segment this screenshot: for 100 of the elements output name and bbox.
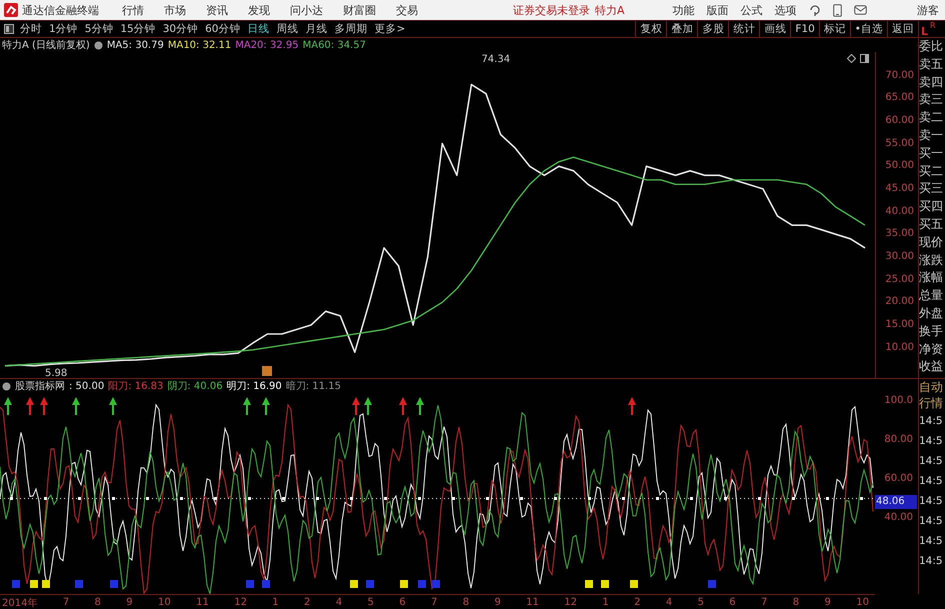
axis-label: 60.00 bbox=[884, 472, 913, 486]
menu-item[interactable]: 发现 bbox=[248, 2, 270, 18]
axis-label: 15.00 bbox=[885, 318, 914, 332]
menu-item[interactable]: 选项 bbox=[774, 2, 797, 18]
low-price-label: 5.98 bbox=[45, 368, 68, 379]
quote-label: 卖四 bbox=[919, 74, 944, 91]
indicator-value: : 50.00 bbox=[69, 380, 104, 392]
quote-label: 委比 bbox=[919, 38, 944, 55]
date-label: 9 bbox=[824, 597, 831, 608]
panel-toggle-icon[interactable] bbox=[4, 24, 14, 34]
quote-label: 卖二 bbox=[919, 109, 944, 126]
date-label: 6 bbox=[729, 597, 736, 608]
menu-item[interactable]: 市场 bbox=[164, 2, 186, 18]
menu-item[interactable]: 版面 bbox=[706, 2, 729, 18]
high-price-label: 74.34 bbox=[481, 54, 510, 65]
menu-item[interactable]: 问小达 bbox=[290, 2, 323, 18]
date-label: 10 bbox=[158, 597, 171, 608]
quote-label: 现价 bbox=[919, 234, 944, 251]
app-title: 通达信金融终端 bbox=[22, 2, 100, 18]
date-label: 8 bbox=[792, 597, 800, 608]
login-status[interactable]: 证券交易未登录 bbox=[513, 2, 590, 18]
date-label: 2014年 bbox=[2, 596, 38, 609]
menu-item[interactable]: 功能 bbox=[672, 2, 695, 18]
date-label: 6 bbox=[399, 597, 406, 608]
axis-label: 10.00 bbox=[885, 340, 914, 355]
quote-label: 涨幅 bbox=[919, 269, 944, 286]
menu-item[interactable]: 财富圈 bbox=[343, 2, 376, 18]
axis-label: 55.00 bbox=[885, 136, 914, 151]
date-label: 7 bbox=[430, 597, 438, 608]
quote-label: 换手 bbox=[919, 322, 944, 340]
circle-arrow-icon[interactable] bbox=[808, 4, 821, 16]
period-tab[interactable]: 15分钟 bbox=[120, 22, 156, 36]
indicator-value: MA5: 30.79 bbox=[106, 40, 164, 50]
date-label: 9 bbox=[494, 597, 501, 608]
diamond-icon[interactable] bbox=[847, 54, 856, 63]
axis-label: 30.00 bbox=[885, 250, 914, 264]
side-label: L bbox=[921, 24, 928, 38]
axis-label: 40.00 bbox=[885, 204, 914, 219]
panel-tab[interactable]: 行情 bbox=[919, 395, 945, 411]
quote-label: 买五 bbox=[919, 216, 944, 233]
quote-label: 买一 bbox=[919, 144, 944, 162]
period-tab[interactable]: 60分钟 bbox=[205, 22, 240, 36]
panel-tab[interactable]: 自动 bbox=[919, 379, 945, 395]
quote-label: 买二 bbox=[919, 162, 944, 180]
menu-item[interactable]: 交易 bbox=[396, 2, 418, 18]
menu-item[interactable]: 行情 bbox=[122, 2, 144, 18]
indicator-value: 阳刀: 16.83 bbox=[108, 380, 164, 393]
period-tab[interactable]: 5分钟 bbox=[84, 22, 114, 36]
side-label: R bbox=[930, 20, 936, 30]
menu-item[interactable]: 公式 bbox=[740, 2, 763, 18]
quote-label: 买四 bbox=[919, 198, 944, 216]
date-label: 9 bbox=[126, 597, 133, 608]
date-label: 8 bbox=[94, 597, 101, 608]
indicator-name: 股票指标网 bbox=[15, 380, 65, 393]
period-tab[interactable]: 分时 bbox=[20, 22, 42, 36]
axis-label: 25.00 bbox=[885, 272, 914, 287]
date-label: 11 bbox=[526, 597, 539, 608]
date-label: 2 bbox=[634, 597, 640, 608]
panel-icon[interactable] bbox=[860, 54, 869, 63]
axis-label: 20.00 bbox=[885, 295, 914, 310]
axis-label: 60.00 bbox=[885, 114, 914, 128]
date-label: 7 bbox=[62, 597, 70, 608]
period-tab[interactable]: 更多> bbox=[374, 22, 406, 36]
envelope-icon[interactable] bbox=[854, 5, 867, 15]
quote-label: 收益 bbox=[919, 358, 944, 376]
axis-label: 80.00 bbox=[884, 433, 913, 447]
quote-label: 净资 bbox=[919, 340, 944, 358]
marker-icon bbox=[262, 366, 272, 376]
date-label: 4 bbox=[666, 597, 672, 608]
quote-label: 总量 bbox=[919, 287, 944, 304]
period-tab[interactable]: 月线 bbox=[306, 22, 328, 36]
quote-label: 卖五 bbox=[919, 56, 944, 73]
circle-icon bbox=[94, 40, 103, 50]
indicator-value: MA10: 32.11 bbox=[168, 40, 232, 50]
date-label: 7 bbox=[761, 597, 768, 608]
trade-time: 14:5 bbox=[919, 414, 944, 429]
axis-label: 35.00 bbox=[885, 227, 914, 242]
date-label: 12 bbox=[564, 597, 577, 608]
circle-icon bbox=[2, 382, 11, 390]
user-name[interactable]: 游客 bbox=[917, 2, 939, 18]
period-tab[interactable]: 多周期 bbox=[334, 22, 368, 36]
period-tab[interactable]: 1分钟 bbox=[49, 22, 78, 36]
date-label: 4 bbox=[336, 597, 342, 608]
date-label: 12 bbox=[234, 597, 247, 608]
trade-time: 14:5 bbox=[919, 454, 944, 469]
date-label: 1 bbox=[272, 597, 279, 608]
period-tab[interactable]: 30分钟 bbox=[162, 22, 198, 36]
axis-label: 40.00 bbox=[884, 511, 913, 525]
period-tab[interactable]: 周线 bbox=[276, 22, 298, 36]
trade-time: 14:5 bbox=[919, 494, 944, 509]
period-tab[interactable]: 日线 bbox=[248, 22, 270, 36]
indicator-value: 暗刀: 11.15 bbox=[286, 380, 341, 393]
indicator-value: MA20: 32.95 bbox=[235, 40, 299, 50]
quote-label: 买三 bbox=[919, 180, 944, 198]
date-label: 8 bbox=[462, 597, 470, 608]
phone-icon[interactable] bbox=[832, 4, 842, 16]
trade-time: 14:5 bbox=[919, 474, 944, 489]
menu-item[interactable]: 资讯 bbox=[206, 2, 228, 18]
axis-label: 70.00 bbox=[885, 68, 914, 83]
axis-label: 100.0 bbox=[884, 394, 913, 408]
